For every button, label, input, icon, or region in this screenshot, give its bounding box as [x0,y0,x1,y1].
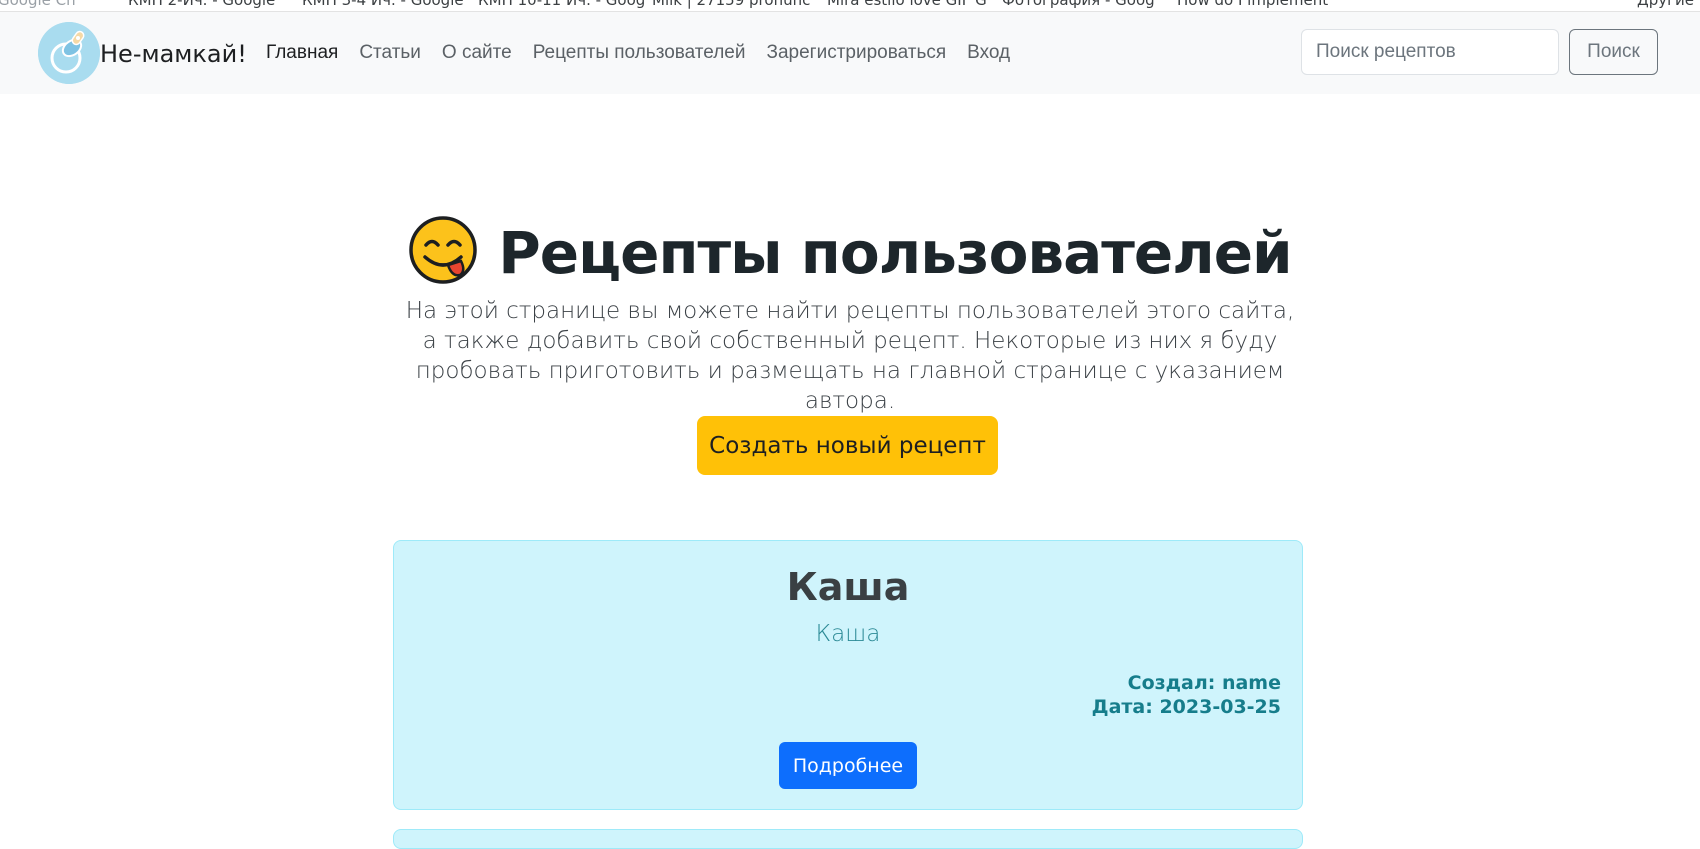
bookmark-item[interactable]: КМП 10-11 Ич. - Goog [478,0,645,9]
recipe-card: Каша Каша Создал: name Дата: 2023-03-25 … [393,540,1303,810]
recipe-meta: Создал: name Дата: 2023-03-25 [1092,671,1281,719]
bookmark-item[interactable]: КМП 2-Ич. - Google [128,0,275,9]
navbar: Не-мамкай! Главная Статьи О сайте Рецепт… [0,12,1700,94]
nav-link-home[interactable]: Главная [266,42,338,64]
nav-links: Главная Статьи О сайте Рецепты пользоват… [266,42,1031,64]
bookmark-item[interactable]: Другие [1637,0,1694,9]
recipe-title: Каша [786,565,910,609]
recipe-date: Дата: 2023-03-25 [1091,696,1281,718]
nav-link-user-recipes[interactable]: Рецепты пользователей [533,42,746,64]
nav-link-about[interactable]: О сайте [442,42,512,64]
brand-name[interactable]: Не-мамкай! [100,40,247,68]
page-title-text: Рецепты пользователей [498,219,1292,287]
bookmark-item[interactable]: How do I implement [1177,0,1328,9]
nav-link-login[interactable]: Вход [967,42,1010,64]
nav-link-articles[interactable]: Статьи [359,42,421,64]
recipe-details-button[interactable]: Подробнее [779,742,917,789]
bookmarks-bar: Google Ch КМП 2-Ич. - Google КМП 3-4 Ич.… [0,0,1700,12]
bookmark-item[interactable]: Mira estilo love GIF G [827,0,987,9]
nav-link-register[interactable]: Зарегистрироваться [766,42,946,64]
recipe-subtitle: Каша [815,621,881,647]
bookmark-item[interactable]: Milk | 27159 pronunc [652,0,810,9]
page-lead: На этой странице вы можете найти рецепты… [405,298,1295,414]
bookmark-item[interactable]: Фотография - Goog [1002,0,1155,9]
page-title: Рецепты пользователей [0,215,1700,287]
recipe-card [393,829,1303,849]
bookmark-item[interactable]: КМП 3-4 Ич. - Google [302,0,464,9]
create-recipe-button[interactable]: Создать новый рецепт [697,416,998,475]
search-input[interactable] [1301,29,1559,75]
pacifier-logo-icon[interactable] [38,22,100,84]
face-savoring-food-icon [408,215,478,285]
search-button[interactable]: Поиск [1569,29,1658,75]
bookmark-item[interactable]: Google Ch [0,0,76,9]
recipe-author: Создал: name [1127,672,1281,694]
